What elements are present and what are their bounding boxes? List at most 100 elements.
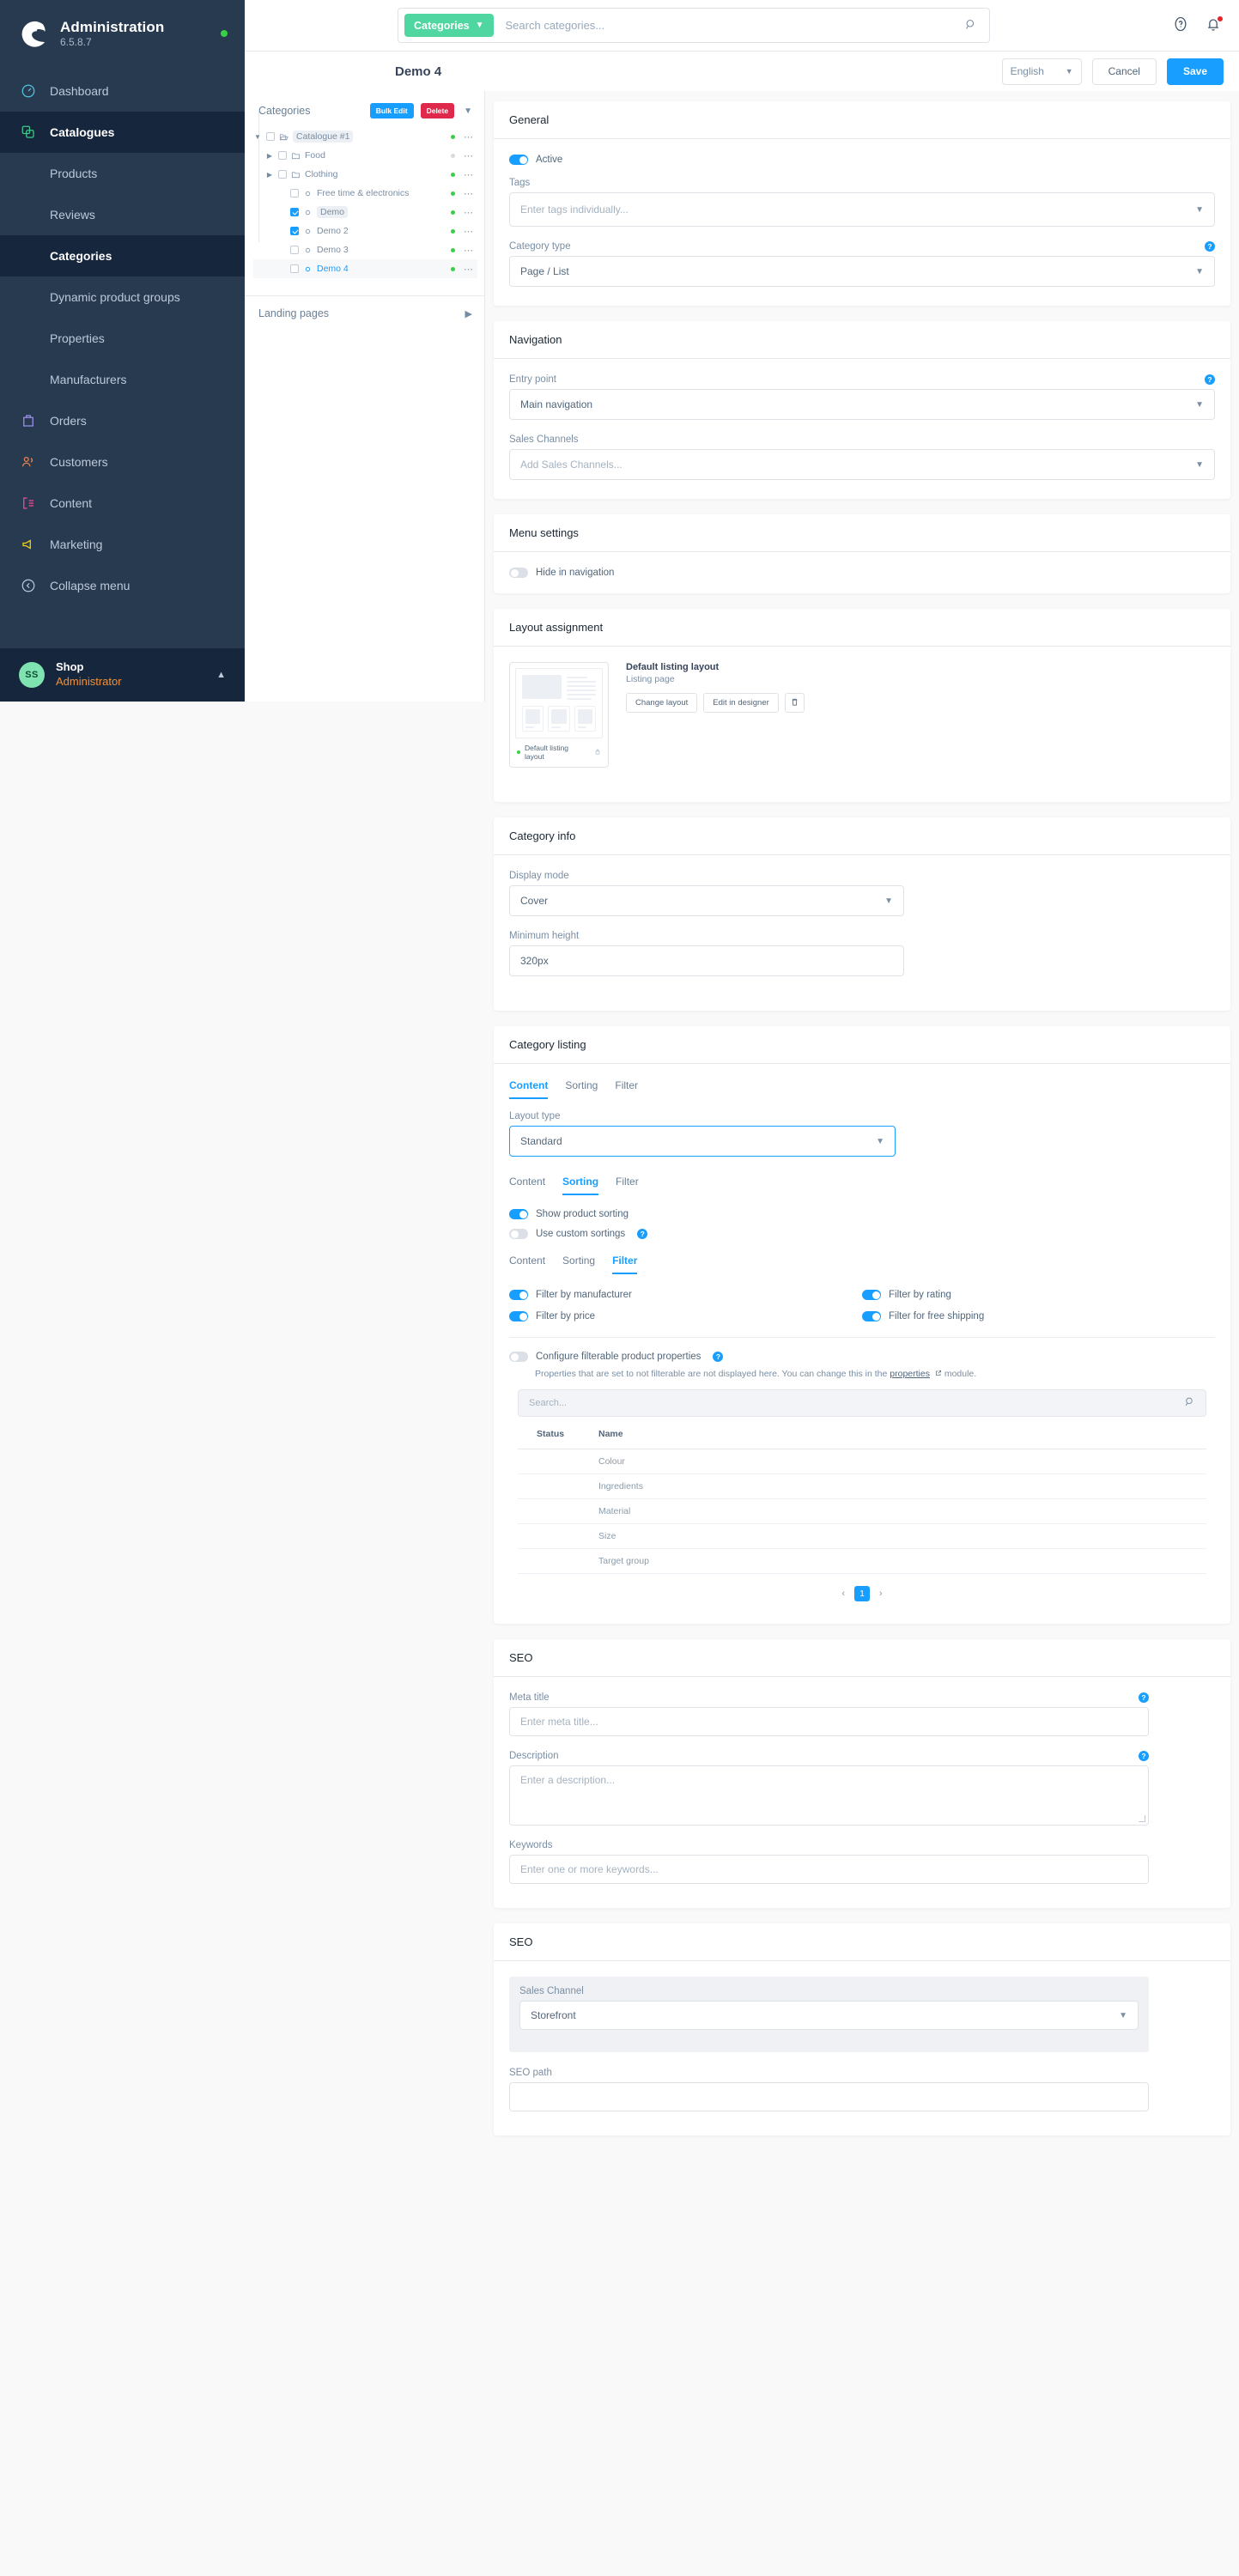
bulk-edit-button[interactable]: Bulk Edit (369, 103, 414, 118)
tab-content[interactable]: Content (509, 1176, 545, 1195)
search-icon[interactable] (964, 18, 977, 33)
language-select[interactable]: English ▼ (1001, 58, 1082, 85)
chevron-right-icon[interactable]: ▶ (265, 152, 274, 160)
chevron-down-icon[interactable]: ▼ (464, 106, 472, 116)
tree-row-context-menu-icon[interactable]: ⋯ (464, 150, 474, 161)
tab-filter[interactable]: Filter (615, 1079, 638, 1099)
properties-link[interactable]: properties (890, 1369, 930, 1379)
sidebar-user-menu[interactable]: SS Shop Administrator ▲ (0, 648, 245, 702)
show-product-sorting-toggle[interactable] (509, 1209, 528, 1219)
tree-row[interactable]: ▼ Catalogue #1 ⋯ (253, 127, 477, 146)
pagination-next[interactable]: › (877, 1589, 885, 1599)
pagination-prev[interactable]: ‹ (839, 1589, 847, 1599)
search-scope-selector[interactable]: Categories ▼ (404, 14, 494, 37)
help-tooltip-icon[interactable]: ? (1139, 1751, 1149, 1761)
tree-row-context-menu-icon[interactable]: ⋯ (464, 245, 474, 256)
table-row[interactable]: Ingredients (518, 1473, 1206, 1499)
tree-row[interactable]: Free time & electronics ⋯ (253, 184, 477, 203)
global-search[interactable]: Categories ▼ (398, 8, 990, 43)
tab-sorting[interactable]: Sorting (562, 1176, 599, 1195)
filter-by-manufacturer-toggle[interactable] (509, 1290, 528, 1300)
sidebar-item-collapse-menu[interactable]: Collapse menu (0, 565, 245, 606)
keywords-input[interactable]: Enter one or more keywords... (509, 1855, 1149, 1884)
display-mode-select[interactable]: Cover ▼ (509, 885, 904, 916)
sales-channels-input[interactable]: Add Sales Channels... ▼ (509, 449, 1215, 480)
seo-path-input[interactable] (509, 2082, 1149, 2111)
sidebar-item-marketing[interactable]: Marketing (0, 524, 245, 565)
entry-point-select[interactable]: Main navigation ▼ (509, 389, 1215, 420)
tags-input[interactable]: Enter tags individually... ▼ (509, 192, 1215, 227)
filter-by-rating-toggle[interactable] (862, 1290, 881, 1300)
chevron-down-icon[interactable]: ▼ (253, 133, 262, 141)
minimum-height-input[interactable]: 320px (509, 945, 904, 976)
use-custom-sortings-toggle[interactable] (509, 1229, 528, 1239)
filter-free-shipping-toggle[interactable] (862, 1311, 881, 1321)
tree-row-context-menu-icon[interactable]: ⋯ (464, 207, 474, 218)
sidebar-item-categories[interactable]: Categories (0, 235, 245, 277)
sidebar-brand[interactable]: Administration 6.5.8.7 (0, 0, 245, 67)
hide-in-navigation-toggle[interactable] (509, 568, 528, 578)
tab-filter[interactable]: Filter (612, 1255, 638, 1274)
sidebar-item-dashboard[interactable]: Dashboard (0, 70, 245, 112)
table-row[interactable]: Colour (518, 1449, 1206, 1474)
search-input[interactable] (493, 19, 964, 32)
tree-row-checkbox[interactable] (266, 132, 275, 141)
layout-thumbnail-card[interactable]: Default listing layout (509, 662, 609, 768)
sidebar-item-catalogues[interactable]: Catalogues (0, 112, 245, 154)
category-type-select[interactable]: Page / List ▼ (509, 256, 1215, 287)
sidebar-item-reviews[interactable]: Reviews (0, 194, 245, 235)
tree-row[interactable]: ▶ Clothing ⋯ (253, 165, 477, 184)
sidebar-item-dynamic-product-groups[interactable]: Dynamic product groups (0, 276, 245, 318)
meta-title-input[interactable]: Enter meta title... (509, 1707, 1149, 1736)
edit-in-designer-button[interactable]: Edit in designer (703, 693, 779, 713)
table-row[interactable]: Target group (518, 1548, 1206, 1574)
tree-row-checkbox[interactable] (290, 208, 299, 216)
tab-content[interactable]: Content (509, 1079, 549, 1099)
help-tooltip-icon[interactable]: ? (637, 1229, 648, 1239)
tree-row-context-menu-icon[interactable]: ⋯ (464, 264, 474, 275)
sidebar-item-products[interactable]: Products (0, 153, 245, 194)
tree-row-checkbox[interactable] (278, 151, 287, 160)
sidebar-item-properties[interactable]: Properties (0, 318, 245, 359)
layout-type-select[interactable]: Standard ▼ (509, 1126, 896, 1157)
description-textarea[interactable]: Enter a description... (509, 1765, 1149, 1826)
sidebar-item-content[interactable]: Content (0, 483, 245, 524)
help-icon[interactable] (1172, 15, 1191, 34)
tab-sorting[interactable]: Sorting (565, 1079, 598, 1099)
tab-content[interactable]: Content (509, 1255, 545, 1274)
configure-filterable-toggle[interactable] (509, 1352, 528, 1362)
tree-row-context-menu-icon[interactable]: ⋯ (464, 131, 474, 143)
sidebar-item-orders[interactable]: Orders (0, 400, 245, 441)
tree-row[interactable]: ▶ Food ⋯ (253, 146, 477, 165)
help-tooltip-icon[interactable]: ? (1205, 374, 1215, 385)
save-button[interactable]: Save (1166, 58, 1224, 85)
help-tooltip-icon[interactable]: ? (1205, 241, 1215, 252)
change-layout-button[interactable]: Change layout (626, 693, 698, 713)
delete-button[interactable]: Delete (420, 103, 455, 118)
tree-row-checkbox[interactable] (290, 189, 299, 197)
chevron-up-icon[interactable]: ▲ (216, 670, 226, 680)
help-tooltip-icon[interactable]: ? (1139, 1692, 1149, 1703)
tree-row-checkbox[interactable] (290, 227, 299, 235)
filter-by-price-toggle[interactable] (509, 1311, 528, 1321)
tree-row-context-menu-icon[interactable]: ⋯ (464, 169, 474, 180)
table-row[interactable]: Material (518, 1498, 1206, 1524)
tree-row[interactable]: Demo 3 ⋯ (253, 240, 477, 259)
cancel-button[interactable]: Cancel (1091, 58, 1157, 85)
tab-sorting[interactable]: Sorting (562, 1255, 595, 1274)
tab-filter[interactable]: Filter (616, 1176, 639, 1195)
chevron-right-icon[interactable]: ▶ (265, 171, 274, 179)
table-row[interactable]: Size (518, 1523, 1206, 1549)
sidebar-item-manufacturers[interactable]: Manufacturers (0, 359, 245, 400)
sales-channel-select[interactable]: Storefront ▼ (519, 2001, 1139, 2030)
tree-row[interactable]: Demo ⋯ (253, 203, 477, 222)
tree-row-selected[interactable]: Demo 4 ⋯ (253, 259, 477, 278)
remove-layout-button[interactable] (784, 693, 805, 713)
properties-search-input[interactable]: Search... (518, 1389, 1206, 1417)
tree-row-context-menu-icon[interactable]: ⋯ (464, 188, 474, 199)
tree-row-context-menu-icon[interactable]: ⋯ (464, 226, 474, 237)
bell-icon[interactable] (1205, 15, 1224, 34)
resize-handle-icon[interactable] (1139, 1815, 1145, 1822)
pagination-page-1[interactable]: 1 (854, 1586, 870, 1601)
tree-row-checkbox[interactable] (278, 170, 287, 179)
